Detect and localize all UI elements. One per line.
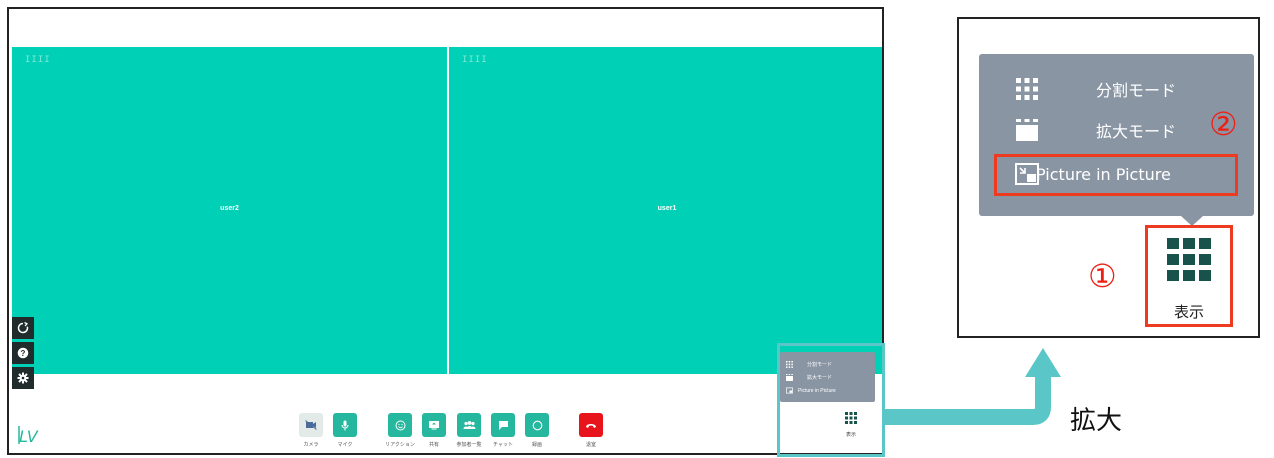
microphone-button[interactable]: マイク — [323, 413, 367, 448]
participant-name: user2 — [220, 205, 239, 212]
record-label: 録画 — [531, 442, 542, 448]
participant-name: user1 — [657, 205, 677, 212]
settings-icon[interactable] — [12, 367, 34, 389]
menu-item-split-mode[interactable]: 分割モード — [979, 69, 1254, 109]
step-marker-2: ② — [1209, 105, 1238, 143]
record-icon — [525, 413, 549, 437]
video-tile-user1[interactable]: IIII user1 — [449, 47, 882, 374]
leave-label: 退室 — [585, 442, 596, 448]
step-marker-1: ① — [1088, 257, 1117, 295]
video-grid: IIII user2 IIII user1 — [12, 47, 882, 374]
grid-icon — [1167, 238, 1211, 281]
display-button-zoomed[interactable]: 表示 — [1145, 225, 1233, 327]
reaction-icon — [388, 413, 412, 437]
drag-handle[interactable]: IIII — [25, 55, 51, 65]
participants-icon — [457, 413, 481, 437]
record-button[interactable]: 録画 — [515, 413, 559, 448]
display-label: 表示 — [1173, 303, 1204, 321]
svg-text:?: ? — [21, 349, 26, 358]
video-tile-user2[interactable]: IIII user2 — [12, 47, 447, 374]
chat-icon — [491, 413, 515, 437]
zoom-arrow — [885, 348, 1061, 425]
refresh-icon[interactable] — [12, 317, 34, 339]
grid-small-icon — [1015, 77, 1039, 101]
leave-button[interactable]: 退室 — [569, 413, 613, 448]
zoom-highlight-box — [777, 343, 885, 457]
app-logo: LV — [17, 422, 43, 448]
microphone-icon — [333, 413, 357, 437]
drag-handle[interactable]: IIII — [462, 55, 488, 65]
side-toolbar: ? — [12, 317, 34, 392]
app-screenshot: IIII user2 IIII user1 ? LV カメラ マイク リアクショ… — [7, 7, 884, 455]
menu-item-label: 分割モード — [1096, 81, 1177, 100]
hangup-icon — [579, 413, 603, 437]
zoom-label: 拡大 — [1070, 406, 1123, 436]
pip-highlight-box — [994, 154, 1238, 196]
help-icon[interactable]: ? — [12, 342, 34, 364]
zoom-layout-icon — [1015, 118, 1039, 142]
share-screen-icon — [422, 413, 446, 437]
menu-item-label: 拡大モード — [1096, 122, 1177, 141]
microphone-label: マイク — [337, 442, 353, 448]
svg-text:LV: LV — [19, 427, 39, 446]
camera-off-icon — [299, 413, 323, 437]
zoomed-view-panel: 分割モード 拡大モード Picture in Picture 表示 ① ② — [957, 17, 1260, 338]
